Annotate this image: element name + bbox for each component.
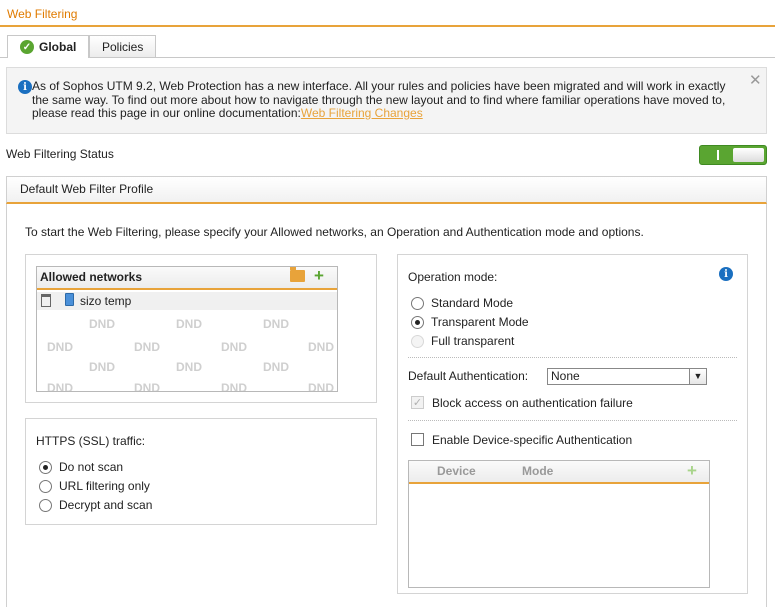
block-access-checkbox[interactable]: ✓: [411, 396, 424, 409]
trash-icon[interactable]: [41, 294, 51, 307]
dnd-placeholder: DND: [221, 340, 247, 354]
allowed-networks-title: Allowed networks: [40, 270, 143, 284]
dnd-placeholder: DND: [308, 340, 334, 354]
radio-label[interactable]: Transparent Mode: [431, 315, 529, 329]
radio-label[interactable]: Standard Mode: [431, 296, 513, 310]
check-icon: ✓: [20, 40, 34, 54]
status-label: Web Filtering Status: [6, 147, 114, 161]
dnd-placeholder: DND: [134, 340, 160, 354]
dnd-placeholder: DND: [134, 381, 160, 392]
network-name: sizo temp: [80, 294, 132, 308]
tab-label: Policies: [102, 39, 144, 54]
tab-label: Global: [39, 40, 77, 54]
dnd-placeholder: DND: [263, 360, 289, 374]
radio-label[interactable]: Do not scan: [59, 460, 123, 474]
https-label: HTTPS (SSL) traffic:: [36, 434, 146, 448]
radio-full-transparent[interactable]: [411, 335, 424, 348]
separator: [408, 420, 737, 421]
page-title: Web Filtering: [7, 7, 78, 21]
title-rule: [0, 25, 775, 27]
status-toggle[interactable]: [699, 145, 767, 165]
radio-decrypt-scan[interactable]: [39, 499, 52, 512]
radio-transparent-mode[interactable]: [411, 316, 424, 329]
info-icon: i: [18, 80, 32, 94]
dnd-placeholder: DND: [89, 317, 115, 331]
toggle-knob[interactable]: [733, 148, 764, 162]
column-header-mode[interactable]: Mode: [522, 464, 553, 478]
notice-link[interactable]: Web Filtering Changes: [301, 106, 423, 120]
notice-text: As of Sophos UTM 9.2, Web Protection has…: [32, 79, 742, 121]
tab-policies[interactable]: Policies: [89, 35, 157, 57]
radio-url-filtering[interactable]: [39, 480, 52, 493]
block-access-label: Block access on authentication failure: [432, 396, 633, 410]
dnd-placeholder: DND: [176, 317, 202, 331]
help-icon[interactable]: i: [719, 267, 733, 281]
dnd-placeholder: DND: [47, 340, 73, 354]
dnd-placeholder: DND: [89, 360, 115, 374]
dnd-placeholder: DND: [308, 381, 334, 392]
chevron-down-icon[interactable]: ▼: [689, 369, 706, 384]
separator: [408, 357, 737, 358]
folder-icon[interactable]: [290, 267, 305, 282]
radio-standard-mode[interactable]: [411, 297, 424, 310]
radio-do-not-scan[interactable]: [39, 461, 52, 474]
tab-global[interactable]: ✓ Global: [7, 35, 90, 58]
radio-label[interactable]: URL filtering only: [59, 479, 150, 493]
dnd-placeholder: DND: [221, 381, 247, 392]
auth-select[interactable]: None ▼: [547, 368, 707, 385]
device-auth-label: Enable Device-specific Authentication: [432, 433, 633, 447]
device-auth-checkbox[interactable]: [411, 433, 424, 446]
add-network-icon[interactable]: +: [314, 267, 324, 284]
column-header-device[interactable]: Device: [437, 464, 476, 478]
dnd-placeholder: DND: [47, 381, 73, 392]
profile-intro: To start the Web Filtering, please speci…: [25, 225, 644, 239]
radio-label[interactable]: Full transparent: [431, 334, 514, 348]
toggle-on-icon: [717, 150, 719, 160]
dnd-placeholder: DND: [263, 317, 289, 331]
operation-label: Operation mode:: [408, 270, 498, 284]
close-icon[interactable]: ✕: [749, 71, 762, 89]
add-device-icon[interactable]: +: [687, 462, 697, 479]
auth-label: Default Authentication:: [408, 369, 529, 383]
network-icon: [65, 293, 74, 306]
radio-label[interactable]: Decrypt and scan: [59, 498, 152, 512]
tab-divider: [0, 57, 775, 58]
profile-title: Default Web Filter Profile: [20, 182, 154, 196]
auth-select-value: None: [551, 369, 580, 383]
dnd-placeholder: DND: [176, 360, 202, 374]
